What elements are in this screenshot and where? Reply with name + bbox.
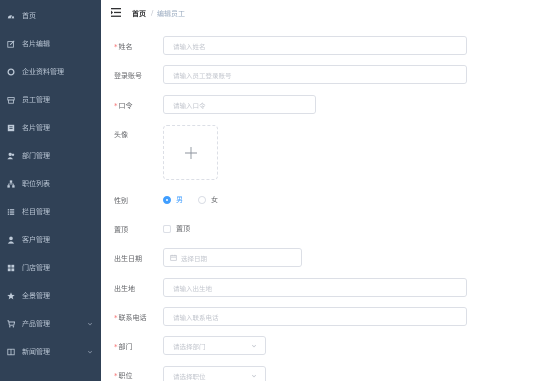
card-icon [7, 124, 15, 132]
sidebar-item-label: 全景管理 [22, 292, 50, 300]
sidebar-item-news[interactable]: 新闻管理 [0, 338, 101, 366]
sidebar-item-label: 栏目管理 [22, 208, 50, 216]
placeholder-text: 请选择部门 [173, 342, 206, 351]
breadcrumb-current: 编辑员工 [157, 10, 185, 18]
sidebar-item-label: 名片编辑 [22, 40, 50, 48]
name-input[interactable]: 请输入姓名 [163, 36, 467, 55]
sidebar-item-stores[interactable]: 门店管理 [0, 254, 101, 282]
sidebar-item-customers[interactable]: 客户管理 [0, 226, 101, 254]
required-asterisk: * [114, 343, 118, 351]
chevron-down-icon [251, 343, 257, 349]
sidebar-item-label: 客户管理 [22, 236, 50, 244]
sidebar-item-label: 新闻管理 [22, 348, 50, 356]
department-icon [7, 152, 15, 160]
user-icon [7, 236, 15, 244]
sidebar-item-columns[interactable]: 栏目管理 [0, 198, 101, 226]
menu-toggle-icon[interactable] [111, 8, 121, 17]
required-asterisk: * [114, 372, 118, 380]
list-icon [7, 208, 15, 216]
sidebar-item-panorama[interactable]: 全景管理 [0, 282, 101, 310]
password-input[interactable]: 请输入口令 [163, 95, 316, 114]
department-label: *部门 [114, 343, 133, 351]
gender-label: 性别 [114, 197, 128, 205]
radio-dot [163, 196, 171, 204]
avatar-label: 头像 [114, 131, 128, 139]
breadcrumb-home[interactable]: 首页 [132, 9, 146, 19]
sidebar-item-label: 首页 [22, 12, 36, 20]
radio-label: 女 [211, 196, 218, 204]
checkbox-label: 置顶 [176, 225, 190, 233]
password-label: *口令 [114, 102, 133, 110]
grid-icon [7, 264, 15, 272]
required-asterisk: * [114, 43, 118, 51]
sidebar-item-positions[interactable]: 职位列表 [0, 170, 101, 198]
radio-label: 男 [176, 196, 183, 204]
dashboard-icon [7, 12, 15, 20]
sidebar-item-employees[interactable]: 员工管理 [0, 86, 101, 114]
placeholder-text: 请输入口令 [173, 101, 206, 110]
employee-icon [7, 96, 15, 104]
breadcrumb-separator: / [151, 9, 154, 17]
cart-icon [7, 320, 15, 328]
sidebar-item-departments[interactable]: 部门管理 [0, 142, 101, 170]
sidebar-item-label: 产品管理 [22, 320, 50, 328]
sidebar-item-card-edit[interactable]: 名片编辑 [0, 30, 101, 58]
required-asterisk: * [114, 102, 118, 110]
sidebar-item-label: 部门管理 [22, 152, 50, 160]
placeholder-text: 请输入员工登录账号 [173, 71, 232, 80]
org-tree-icon [7, 180, 15, 188]
news-icon [7, 348, 15, 356]
top-checkbox[interactable]: 置顶 [163, 224, 190, 234]
chevron-down-icon [87, 321, 93, 327]
name-label: *姓名 [114, 43, 133, 51]
required-asterisk: * [114, 314, 118, 322]
sidebar-item-label: 门店管理 [22, 264, 50, 272]
top-navbar: 首页 / 编辑员工 [101, 0, 554, 28]
sidebar-item-home[interactable]: 首页 [0, 2, 101, 30]
placeholder-text: 请输入出生地 [173, 284, 212, 293]
gender-male-radio[interactable]: 男 [163, 195, 183, 205]
sidebar-item-products[interactable]: 产品管理 [0, 310, 101, 338]
gender-female-radio[interactable]: 女 [198, 195, 218, 205]
phone-input[interactable]: 请输入联系电话 [163, 307, 467, 326]
sidebar-item-company[interactable]: 企业资料管理 [0, 58, 101, 86]
placeholder-text: 选择日期 [181, 254, 207, 263]
sidebar-item-label: 职位列表 [22, 180, 50, 188]
sidebar-item-label: 企业资料管理 [22, 68, 64, 76]
edit-icon [7, 40, 15, 48]
calendar-icon [170, 254, 177, 261]
placeholder-text: 请输入姓名 [173, 42, 206, 51]
birthday-date-picker[interactable]: 选择日期 [163, 248, 302, 267]
position-label: *职位 [114, 372, 133, 380]
plus-icon [185, 147, 197, 159]
login-account-label: 登录账号 [114, 72, 142, 80]
chevron-down-icon [251, 373, 257, 379]
company-icon [7, 68, 15, 76]
sidebar-item-label: 员工管理 [22, 96, 50, 104]
sidebar: 首页 名片编辑 企业资料管理 员工管理 名片管理 部门管理 职位列表 栏目管理 … [0, 0, 101, 381]
position-select[interactable]: 请选择职位 [163, 366, 266, 381]
chevron-down-icon [87, 349, 93, 355]
placeholder-text: 请选择职位 [173, 372, 206, 381]
login-account-input[interactable]: 请输入员工登录账号 [163, 65, 467, 84]
sidebar-item-label: 名片管理 [22, 124, 50, 132]
birthplace-input[interactable]: 请输入出生地 [163, 278, 467, 297]
birthplace-label: 出生地 [114, 285, 135, 293]
phone-label: *联系电话 [114, 314, 147, 322]
sidebar-item-cards[interactable]: 名片管理 [0, 114, 101, 142]
birthday-label: 出生日期 [114, 255, 142, 263]
checkbox-box [163, 225, 171, 233]
star-icon [7, 292, 15, 300]
avatar-upload[interactable] [163, 125, 218, 180]
department-select[interactable]: 请选择部门 [163, 336, 266, 355]
radio-dot [198, 196, 206, 204]
top-label: 置顶 [114, 226, 128, 234]
placeholder-text: 请输入联系电话 [173, 313, 219, 322]
